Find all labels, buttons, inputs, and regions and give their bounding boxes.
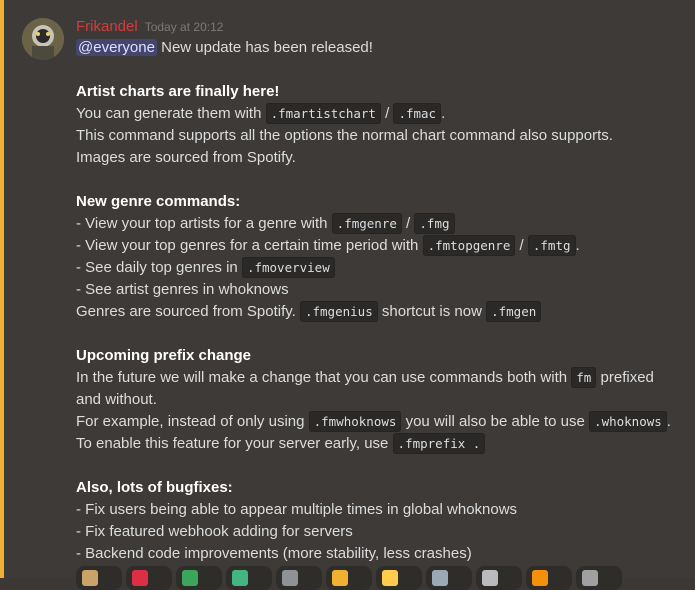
text-line: - View your top genres for a certain tim… bbox=[76, 235, 580, 256]
reactions-bar bbox=[76, 566, 622, 590]
message[interactable]: Frikandel Today at 20:12 @everyone New u… bbox=[4, 0, 695, 590]
section-title-genre-commands: New genre commands: bbox=[76, 193, 241, 210]
reaction-chip[interactable] bbox=[376, 566, 422, 590]
text-line: Images are sourced from Spotify. bbox=[76, 149, 296, 166]
text-line: - Backend code improvements (more stabil… bbox=[76, 545, 472, 562]
reaction-emoji-11 bbox=[582, 570, 598, 586]
code-fmtg: .fmtg bbox=[527, 235, 576, 256]
message-header: Frikandel Today at 20:12 bbox=[76, 18, 223, 38]
reaction-emoji-4 bbox=[232, 570, 248, 586]
code-fmartistchart: .fmartistchart bbox=[265, 103, 381, 124]
reaction-chip[interactable] bbox=[126, 566, 172, 590]
code-fmg: .fmg bbox=[414, 213, 455, 234]
username[interactable]: Frikandel bbox=[76, 18, 138, 35]
reaction-chip[interactable] bbox=[426, 566, 472, 590]
text-line: - Fix users being able to appear multipl… bbox=[76, 501, 518, 518]
text-line: Genres are sourced from Spotify. .fmgeni… bbox=[76, 301, 686, 323]
reaction-emoji-1 bbox=[82, 570, 98, 586]
reaction-emoji-9 bbox=[482, 570, 498, 586]
section-title-artist-charts: Artist charts are finally here! bbox=[76, 83, 280, 100]
text-line: and without. bbox=[76, 391, 157, 408]
text-line: For example, instead of only using .fmwh… bbox=[76, 411, 671, 432]
reaction-chip[interactable] bbox=[476, 566, 522, 590]
intro-line: @everyone New update has been released! bbox=[76, 39, 373, 56]
code-fmoverview: .fmoverview bbox=[241, 257, 335, 278]
text-line: You can generate them with .fmartistchar… bbox=[76, 103, 446, 124]
code-fm: fm bbox=[571, 367, 597, 388]
reaction-emoji-7 bbox=[382, 570, 398, 586]
mention-highlight-bar bbox=[0, 0, 4, 578]
heart-emoji bbox=[132, 570, 148, 586]
everyone-mention[interactable]: @everyone bbox=[76, 39, 157, 56]
code-fmgen: .fmgen bbox=[486, 301, 542, 322]
text-line: - See daily top genres in .fmoverview bbox=[76, 257, 686, 279]
reaction-chip[interactable] bbox=[226, 566, 272, 590]
code-fmac: .fmac bbox=[393, 103, 442, 124]
reaction-chip[interactable] bbox=[576, 566, 622, 590]
reaction-emoji-10 bbox=[532, 570, 548, 586]
section-title-prefix-change: Upcoming prefix change bbox=[76, 347, 252, 364]
text-line: - Fix featured webhook adding for server… bbox=[76, 523, 353, 540]
text-line: - View your top artists for a genre with… bbox=[76, 213, 686, 235]
reaction-chip[interactable] bbox=[276, 566, 322, 590]
code-fmgenre: .fmgenre bbox=[331, 213, 402, 234]
code-fmgenius: .fmgenius bbox=[299, 301, 378, 322]
message-content: @everyone New update has been released! … bbox=[76, 37, 686, 565]
reaction-chip[interactable] bbox=[326, 566, 372, 590]
text-line: To enable this feature for your server e… bbox=[76, 433, 686, 455]
reaction-emoji-3 bbox=[182, 570, 198, 586]
code-fmprefix: .fmprefix . bbox=[392, 433, 486, 454]
timestamp: Today at 20:12 bbox=[144, 20, 224, 34]
text-line: In the future we will make a change that… bbox=[76, 367, 654, 388]
code-fmwhoknows: .fmwhoknows bbox=[308, 411, 402, 432]
text-line: This command supports all the options th… bbox=[76, 127, 613, 144]
reaction-chip[interactable] bbox=[526, 566, 572, 590]
reaction-chip[interactable] bbox=[176, 566, 222, 590]
reaction-emoji-6 bbox=[332, 570, 348, 586]
reaction-emoji-8 bbox=[432, 570, 448, 586]
text-line: - See artist genres in whoknows bbox=[76, 281, 289, 298]
reaction-emoji-5 bbox=[282, 570, 298, 586]
avatar[interactable] bbox=[22, 18, 64, 60]
code-fmtopgenre: .fmtopgenre bbox=[422, 235, 516, 256]
section-title-bugfixes: Also, lots of bugfixes: bbox=[76, 479, 233, 496]
code-whoknows: .whoknows bbox=[589, 411, 667, 432]
reaction-chip[interactable] bbox=[76, 566, 122, 590]
